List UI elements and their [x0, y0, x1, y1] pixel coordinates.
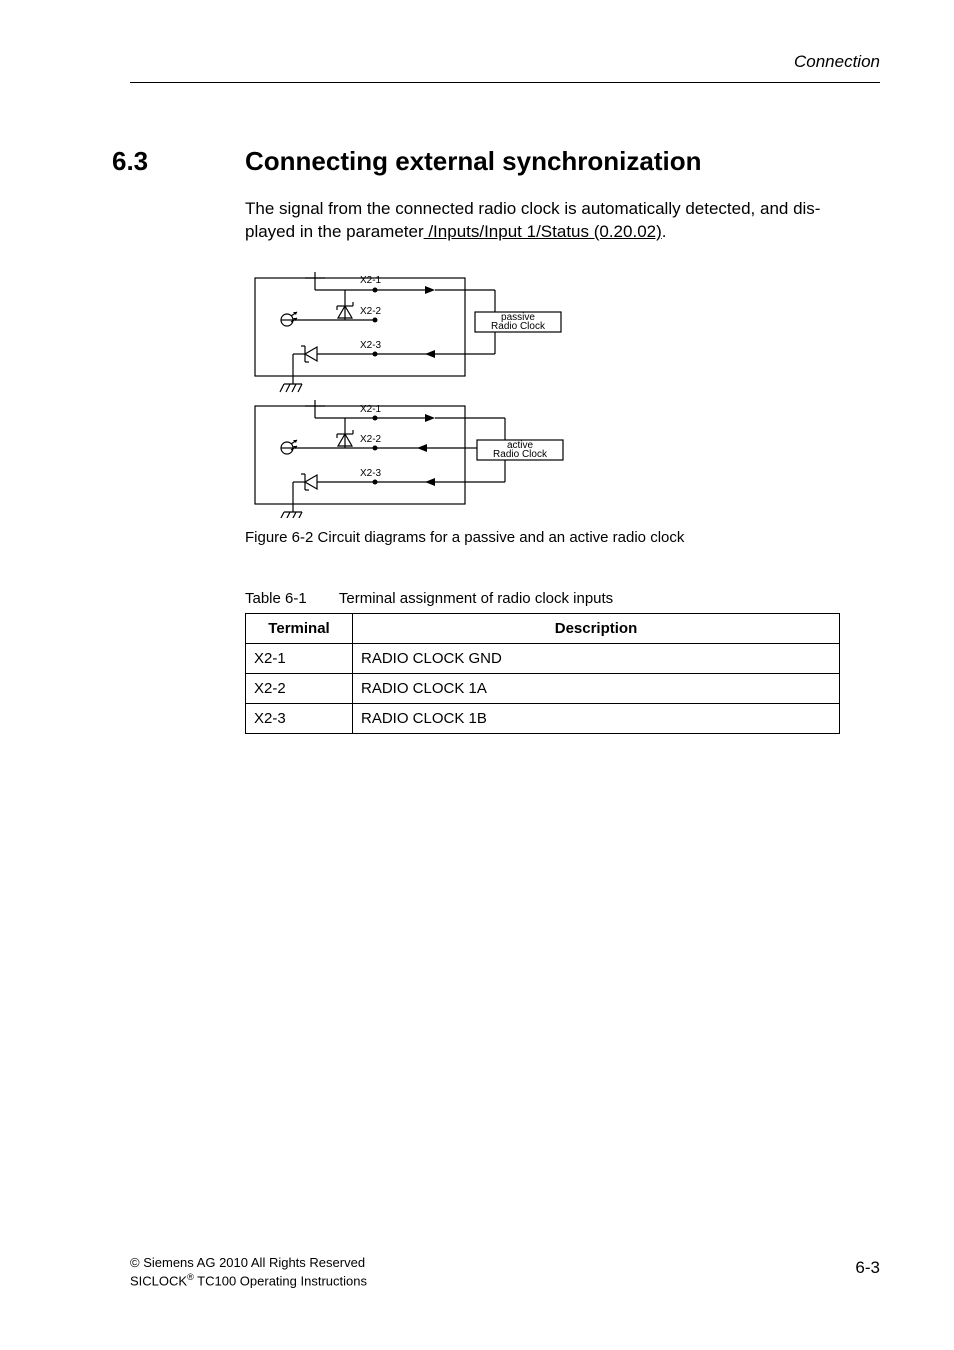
footer-line2b: TC100 Operating Instructions — [194, 1273, 367, 1288]
footer-line2a: SICLOCK — [130, 1273, 187, 1288]
table-row: X2-1 RADIO CLOCK GND — [246, 644, 840, 674]
cell-description: RADIO CLOCK 1A — [353, 674, 840, 704]
table-caption: Table 6-1 Terminal assignment of radio c… — [245, 590, 613, 607]
svg-text:X2-3: X2-3 — [360, 340, 382, 351]
copyright-symbol: © — [130, 1255, 140, 1270]
svg-text:Radio Clock: Radio Clock — [491, 321, 546, 332]
intro-paragraph: The signal from the connected radio cloc… — [245, 198, 880, 244]
svg-text:X2-3: X2-3 — [360, 468, 382, 479]
table-caption-title: Terminal assignment of radio clock input… — [339, 590, 613, 607]
header-section-label: Connection — [794, 52, 880, 72]
section-number: 6.3 — [112, 146, 148, 177]
table-caption-prefix: Table 6-1 — [245, 590, 307, 607]
terminal-table: Terminal Description X2-1 RADIO CLOCK GN… — [245, 613, 840, 734]
cell-terminal: X2-1 — [246, 644, 353, 674]
cell-description: RADIO CLOCK GND — [353, 644, 840, 674]
cell-description: RADIO CLOCK 1B — [353, 704, 840, 734]
table-header-row: Terminal Description — [246, 614, 840, 644]
table-row: X2-3 RADIO CLOCK 1B — [246, 704, 840, 734]
footer-line1: Siemens AG 2010 All Rights Reserved — [140, 1255, 365, 1270]
cell-terminal: X2-2 — [246, 674, 353, 704]
svg-text:X2-1: X2-1 — [360, 275, 382, 286]
parameter-link: /Inputs/Input 1/Status (0.20.02) — [424, 222, 662, 241]
page-number: 6-3 — [855, 1258, 880, 1278]
intro-period: . — [662, 222, 667, 241]
header-divider — [130, 82, 880, 83]
section-title: Connecting external synchronization — [245, 146, 702, 177]
cell-terminal: X2-3 — [246, 704, 353, 734]
svg-text:Radio Clock: Radio Clock — [493, 449, 548, 460]
th-description: Description — [353, 614, 840, 644]
figure-diagrams: X2-1 X2-2 X2-3 — [245, 268, 615, 518]
figure-caption: Figure 6-2 Circuit diagrams for a passiv… — [245, 529, 684, 546]
table-row: X2-2 RADIO CLOCK 1A — [246, 674, 840, 704]
registered-mark: ® — [187, 1272, 194, 1282]
intro-line-2a: played in the parameter — [245, 222, 424, 241]
footer-left: © Siemens AG 2010 All Rights Reserved SI… — [130, 1254, 367, 1290]
svg-text:X2-2: X2-2 — [360, 306, 382, 317]
svg-text:X2-2: X2-2 — [360, 434, 382, 445]
svg-text:X2-1: X2-1 — [360, 404, 382, 415]
intro-line-1: The signal from the connected radio cloc… — [245, 199, 820, 218]
th-terminal: Terminal — [246, 614, 353, 644]
